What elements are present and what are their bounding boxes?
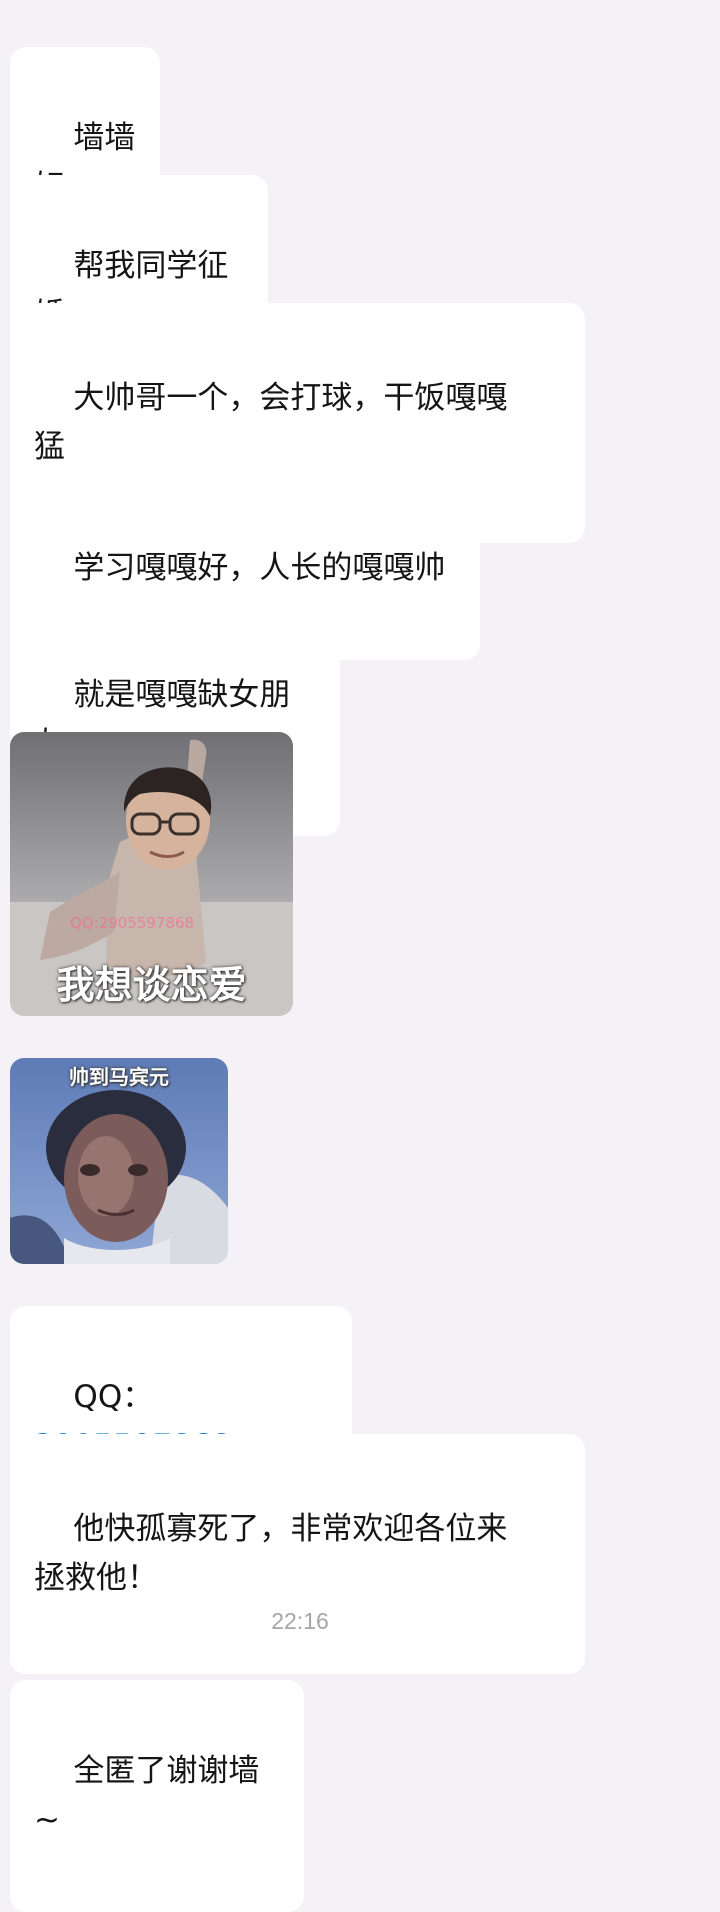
sticker-caption: 帅到马宾元: [69, 1065, 169, 1089]
message-text: 他快孤寡死了，非常欢迎各位来 拯救他！: [34, 1511, 508, 1596]
sticker-caption: 我想谈恋爱: [56, 963, 247, 1007]
message-bubble[interactable]: 他快孤寡死了，非常欢迎各位来 拯救他！: [10, 1434, 585, 1674]
qq-label: QQ：: [73, 1379, 154, 1415]
message-timestamp: 22:16: [271, 1608, 329, 1634]
sticker-image[interactable]: QQ:2905597868 我想谈恋爱: [10, 732, 293, 1016]
sticker-image[interactable]: 帅到马宾元: [10, 1058, 228, 1264]
message-text: 学习嘎嘎好，人长的嘎嘎帅: [73, 550, 446, 586]
chat-message-list[interactable]: 墙墙好 帮我同学征婚 大帅哥一个，会打球，干饭嘎嘎 猛 学习嘎嘎好，人长的嘎嘎帅…: [0, 0, 720, 1912]
message-text: 全匿了谢谢墙 ~: [34, 1753, 270, 1838]
sticker-watermark: QQ:2905597868: [70, 914, 195, 932]
message-text: 大帅哥一个，会打球，干饭嘎嘎 猛: [34, 380, 508, 465]
message-bubble[interactable]: 全匿了谢谢墙 ~: [10, 1680, 304, 1912]
